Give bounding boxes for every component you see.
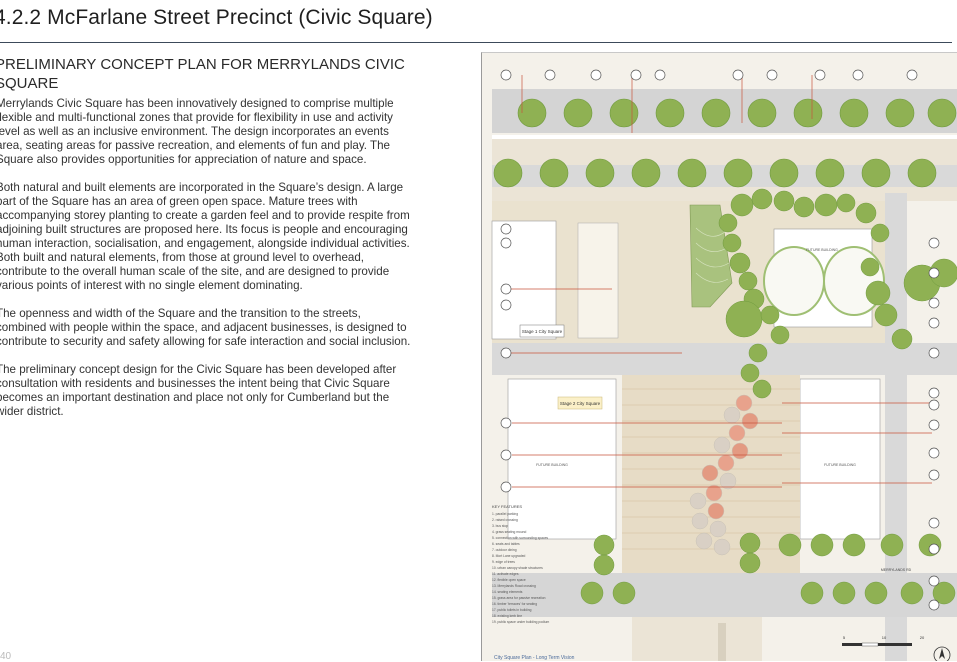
lower-footpath [632, 617, 762, 661]
concept-plan-drawing: FUTURE BUILDING FUTURE BUILDING FUTURE B… [482, 53, 957, 661]
key-feature: 19. public space under building podium [492, 620, 549, 624]
subheading: PRELIMINARY CONCEPT PLAN FOR MERRYLANDS … [0, 56, 405, 92]
key-feature: 13. Merrylands Road crossing [492, 584, 536, 588]
key-feature: 8. Mort Lane upgraded [492, 554, 526, 558]
key-feature: 3. bus stop [492, 524, 508, 528]
key-feature: 9. edge of trees [492, 560, 515, 564]
building-left [491, 220, 557, 340]
concept-plan-figure: FUTURE BUILDING FUTURE BUILDING FUTURE B… [481, 52, 957, 661]
future-building-label: FUTURE BUILDING [824, 463, 856, 467]
key-feature: 7. outdoor dining [492, 548, 517, 552]
key-feature: 10. urban canopy shade structures [492, 566, 543, 570]
heading-rule [0, 42, 952, 43]
key-feature: 17. public toilets in building [492, 608, 532, 612]
plan-caption: City Square Plan - Long Term Vision [494, 655, 575, 661]
body-text: Merrylands Civic Square has been innovat… [0, 97, 414, 433]
key-feature: 4. grass seating mound [492, 530, 526, 534]
paragraph: The preliminary concept design for the C… [0, 363, 397, 418]
paragraph: Merrylands Civic Square has been innovat… [0, 97, 394, 166]
merrylands-rd-label: MERRYLANDS RD [881, 568, 912, 572]
key-feature: 6. seats and tables [492, 542, 520, 546]
scale-tick: 20 [920, 635, 925, 640]
key-feature: 5. connection with surrounding spaces [492, 536, 548, 540]
scale-tick: 10 [882, 635, 887, 640]
section-heading: 4.2.2 McFarlane Street Precinct (Civic S… [0, 6, 433, 29]
stage1-label: Stage 1 City Square [522, 329, 563, 334]
key-feature: 1. parallel parking [492, 512, 518, 516]
key-feature: 12. flexible open space [492, 578, 526, 582]
page-number: 40 [0, 651, 12, 662]
paragraph: The openness and width of the Square and… [0, 307, 411, 348]
key-feature: 14. seating elements [492, 590, 523, 594]
key-feature: 15. grass area for passive recreation [492, 596, 546, 600]
key-feature: 2. raised crossing [492, 518, 518, 522]
future-building-label: FUTURE BUILDING [806, 248, 838, 252]
key-features-title: KEY FEATURES [492, 504, 522, 509]
future-building-label: FUTURE BUILDING [536, 463, 568, 467]
stage2-label: Stage 2 City Square [560, 401, 601, 406]
key-feature: 18. existing kerb line [492, 614, 522, 618]
key-feature: 16. timber 'terraces' for seating [492, 602, 537, 606]
merrylands-road [492, 573, 957, 617]
key-feature: 11. activate edges [492, 572, 519, 576]
paragraph: Both natural and built elements are inco… [0, 181, 410, 292]
